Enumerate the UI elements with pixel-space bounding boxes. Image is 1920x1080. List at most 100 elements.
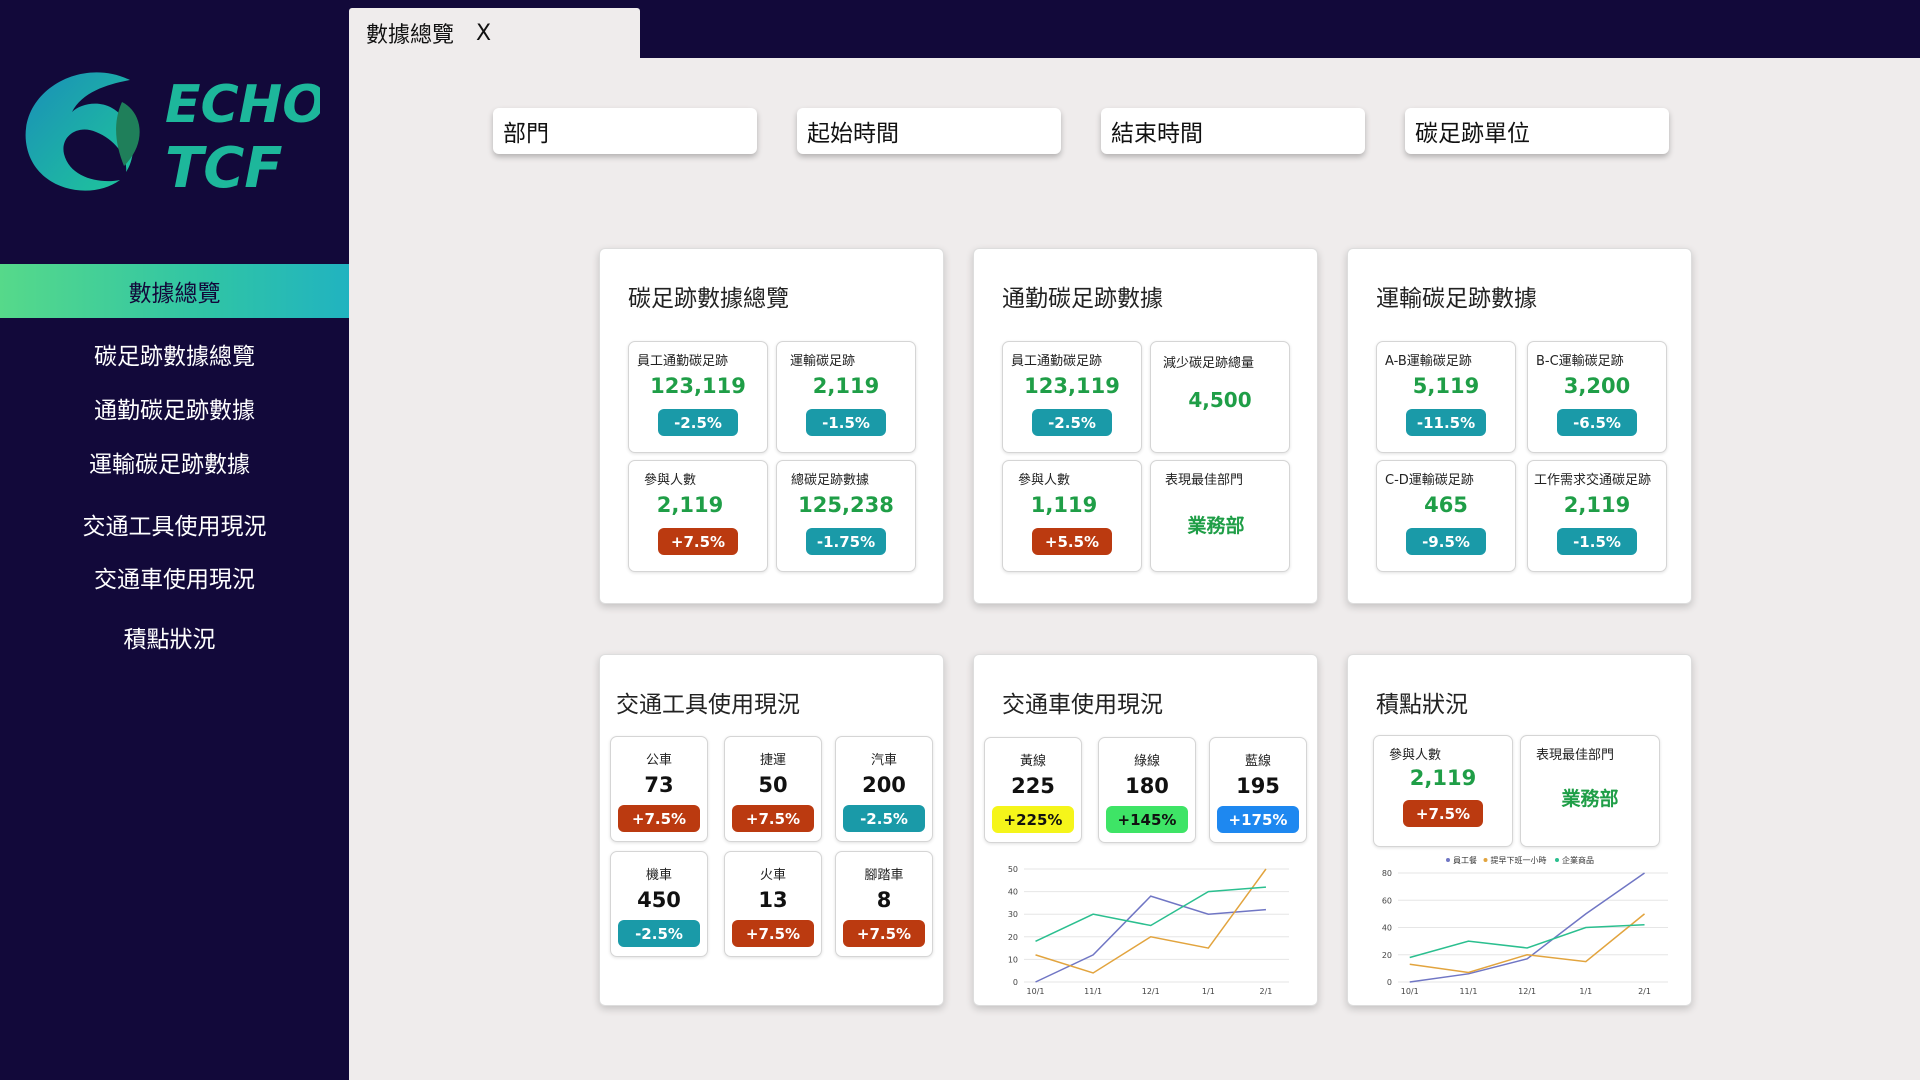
x-tick-label: 1/1 [1202, 987, 1215, 995]
stat-value: 業務部 [1187, 515, 1245, 537]
stat-value: 450 [637, 888, 681, 912]
change-badge: -2.5% [658, 409, 738, 436]
close-icon[interactable]: X [476, 21, 491, 46]
legend-label: 提早下班一小時 [1491, 855, 1547, 865]
y-tick-label: 20 [1382, 951, 1392, 960]
y-tick-label: 0 [1013, 978, 1018, 987]
y-tick-label: 80 [1382, 869, 1392, 878]
stat-card: A-B運輸碳足跡 5,119 -11.5% [1376, 341, 1516, 453]
change-badge: +7.5% [732, 805, 814, 832]
stat-label: 藍線 [1244, 754, 1271, 769]
stat-label: 公車 [645, 753, 672, 768]
panel-title: 積點狀況 [1376, 692, 1468, 718]
stat-label: 參與人數 [1389, 748, 1442, 763]
stat-value: 4,500 [1188, 388, 1252, 412]
stat-card: C-D運輸碳足跡 465 -9.5% [1376, 460, 1516, 572]
stat-card: 參與人數 2,119 +7.5% [628, 460, 768, 572]
nav-item-transport[interactable]: 運輸碳足跡數據 [0, 445, 344, 479]
carbon-unit-filter[interactable]: 碳足跡單位 [1405, 108, 1669, 154]
stat-card: 參與人數 1,119 +5.5% [1002, 460, 1142, 572]
change-badge: -6.5% [1557, 409, 1637, 436]
stat-label: A-B運輸碳足跡 [1385, 354, 1472, 369]
y-tick-label: 0 [1387, 978, 1392, 987]
x-tick-label: 10/1 [1401, 987, 1419, 995]
nav-item-points[interactable]: 積點狀況 [0, 620, 344, 654]
change-badge: +145% [1106, 806, 1188, 833]
change-badge: +7.5% [1403, 800, 1483, 827]
y-tick-label: 30 [1008, 910, 1018, 919]
stat-label: B-C運輸碳足跡 [1536, 354, 1624, 369]
stat-value: 180 [1125, 774, 1169, 798]
end-time-filter[interactable]: 結束時間 [1101, 108, 1365, 154]
stat-value: 123,119 [1024, 374, 1120, 398]
shuttle-card-green: 綠線 180 +145% [1098, 737, 1196, 843]
series-line-1 [1035, 868, 1267, 974]
stat-label: 工作需求交通碳足跡 [1534, 473, 1652, 488]
legend-marker [1483, 858, 1488, 862]
stat-card: 總碳足跡數據 125,238 -1.75% [776, 460, 916, 572]
nav-item-vehicles[interactable]: 交通工具使用現況 [0, 507, 349, 541]
change-badge: +7.5% [658, 528, 738, 555]
stat-label: 捷運 [759, 753, 786, 768]
stat-label: 汽車 [870, 753, 897, 768]
panel-carbon-overview: 碳足跡數據總覽 員工通勤碳足跡 123,119 -2.5% 運輸碳足跡 2,11… [599, 248, 944, 604]
change-badge: -2.5% [618, 920, 700, 947]
change-badge: +5.5% [1032, 528, 1112, 555]
stat-value: 業務部 [1561, 788, 1619, 810]
stat-label: C-D運輸碳足跡 [1385, 473, 1474, 488]
series-line-2 [1409, 924, 1645, 959]
stat-label: 機車 [645, 868, 672, 883]
nav-item-shuttle[interactable]: 交通車使用現況 [0, 560, 349, 594]
panel-transport: 運輸碳足跡數據 A-B運輸碳足跡 5,119 -11.5% B-C運輸碳足跡 3… [1347, 248, 1692, 604]
change-badge: -2.5% [1032, 409, 1112, 436]
change-badge: +7.5% [843, 920, 925, 947]
change-badge: -1.5% [806, 409, 886, 436]
department-filter[interactable]: 部門 [493, 108, 757, 154]
stat-card: 表現最佳部門 業務部 [1150, 460, 1290, 572]
panel-points: 積點狀況 參與人數 2,119 +7.5% 表現最佳部門 業務部 0 20 40 60… [1347, 654, 1692, 1006]
stat-card: 工作需求交通碳足跡 2,119 -1.5% [1527, 460, 1667, 572]
nav-item-overview[interactable]: 數據總覽 [0, 264, 349, 318]
stat-label: 參與人數 [644, 473, 697, 488]
leaf-icon [116, 102, 140, 166]
brand-line2: TCF [165, 136, 283, 201]
tab-overview[interactable]: 數據總覽 X [349, 8, 640, 58]
stat-value: 13 [758, 888, 788, 912]
panel-title: 碳足跡數據總覽 [628, 286, 789, 312]
vehicle-card-train: 火車 13 +7.5% [724, 851, 822, 957]
start-time-filter[interactable]: 起始時間 [797, 108, 1061, 154]
change-badge: -2.5% [843, 805, 925, 832]
x-tick-label: 12/1 [1518, 987, 1536, 995]
vehicle-card-mrt: 捷運 50 +7.5% [724, 736, 822, 842]
x-tick-label: 1/1 [1579, 987, 1592, 995]
panel-vehicles: 交通工具使用現況 公車 73 +7.5% 捷運 50 +7.5% 汽車 200 … [599, 654, 944, 1006]
stat-value: 125,238 [798, 493, 894, 517]
panel-commute: 通勤碳足跡數據 員工通勤碳足跡 123,119 -2.5% 減少碳足跡總量 4,… [973, 248, 1318, 604]
stat-value: 2,119 [656, 493, 724, 517]
stat-label: 火車 [759, 868, 786, 883]
shuttle-usage-chart: 0 10 20 30 40 50 10/1 11/1 12/1 1/1 2/1 [1008, 865, 1289, 995]
stat-label: 運輸碳足跡 [790, 354, 856, 369]
stat-value: 2,119 [1409, 766, 1477, 790]
stat-label: 綠線 [1133, 754, 1160, 769]
vehicle-card-bicycle: 腳踏車 8 +7.5% [835, 851, 933, 957]
change-badge: +7.5% [732, 920, 814, 947]
panel-title: 交通工具使用現況 [616, 692, 800, 718]
stat-value: 50 [758, 773, 788, 797]
panel-title: 通勤碳足跡數據 [1002, 286, 1163, 312]
stat-value: 73 [644, 773, 674, 797]
legend-marker [1446, 858, 1450, 862]
vehicle-card-car: 汽車 200 -2.5% [835, 736, 933, 842]
nav-item-carbon-overview[interactable]: 碳足跡數據總覽 [0, 337, 349, 371]
stat-label: 員工通勤碳足跡 [1011, 354, 1103, 369]
legend-marker [1555, 858, 1559, 862]
stat-value: 2,119 [812, 374, 880, 398]
y-tick-label: 20 [1008, 933, 1018, 942]
x-tick-label: 2/1 [1638, 987, 1651, 995]
y-tick-label: 40 [1382, 924, 1392, 933]
shuttle-card-blue: 藍線 195 +175% [1209, 737, 1307, 843]
series-line-1 [1409, 913, 1645, 974]
stat-card: 減少碳足跡總量 4,500 [1150, 341, 1290, 453]
points-chart: 0 20 40 60 80 10/1 11/1 12/1 1/1 2/1 員工餐 提早下班一小時 企業商… [1382, 855, 1668, 995]
nav-item-commute[interactable]: 通勤碳足跡數據 [0, 391, 349, 425]
